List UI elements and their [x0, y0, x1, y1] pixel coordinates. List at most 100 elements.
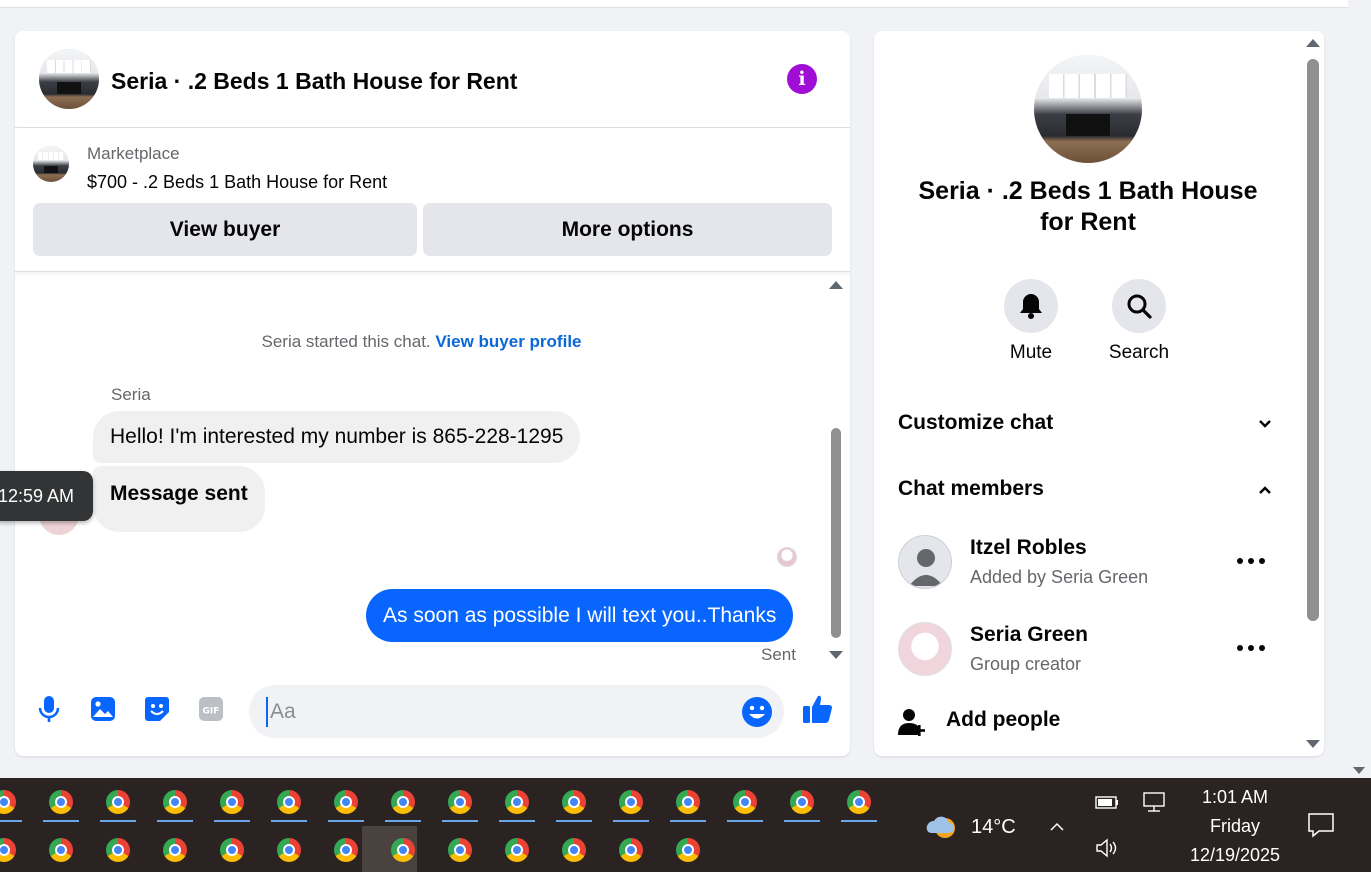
- message-scrollbar[interactable]: [828, 273, 843, 668]
- chrome-taskbar-icon[interactable]: [440, 782, 480, 822]
- thumbs-up-icon[interactable]: [801, 692, 835, 726]
- member-subtitle: Added by Seria Green: [970, 567, 1149, 587]
- chrome-taskbar-icon[interactable]: [668, 830, 708, 870]
- member-name[interactable]: Seria Green: [970, 623, 1088, 647]
- chrome-icon: [277, 838, 301, 862]
- bell-icon: [1020, 294, 1042, 319]
- battery-icon[interactable]: [1094, 791, 1120, 813]
- microphone-icon[interactable]: [35, 695, 63, 723]
- message-list: Seria started this chat. View buyer prof…: [15, 273, 850, 668]
- mute-button[interactable]: [1004, 279, 1058, 333]
- chat-title[interactable]: Seria · .2 Beds 1 Bath House for Rent: [111, 68, 517, 95]
- chrome-taskbar-icon[interactable]: [212, 830, 252, 870]
- chrome-taskbar-icon[interactable]: [98, 782, 138, 822]
- chrome-taskbar-icon[interactable]: [554, 782, 594, 822]
- chrome-taskbar-icon[interactable]: [611, 782, 651, 822]
- chrome-taskbar-icon[interactable]: [383, 830, 423, 870]
- network-icon[interactable]: [1142, 791, 1168, 813]
- svg-text:GIF: GIF: [203, 707, 220, 717]
- read-receipt-avatar: [777, 547, 797, 567]
- gif-icon[interactable]: GIF: [197, 695, 225, 723]
- photo-icon[interactable]: [89, 695, 117, 723]
- chrome-icon: [163, 790, 187, 814]
- scroll-down-arrow-icon[interactable]: [829, 651, 843, 659]
- chrome-taskbar-icon[interactable]: [41, 830, 81, 870]
- customize-chat-row[interactable]: Customize chat: [898, 411, 1278, 435]
- temperature[interactable]: 14°C: [971, 816, 1016, 839]
- sticker-icon[interactable]: [143, 695, 171, 723]
- group-avatar[interactable]: [1034, 55, 1142, 163]
- chrome-taskbar-icon[interactable]: [269, 782, 309, 822]
- chrome-taskbar-icon[interactable]: [611, 830, 651, 870]
- scroll-down-arrow-icon[interactable]: [1353, 767, 1365, 774]
- message-input-container[interactable]: [249, 685, 784, 738]
- chrome-taskbar-icon[interactable]: [839, 782, 879, 822]
- incoming-message[interactable]: Message sent: [93, 466, 265, 532]
- info-icon[interactable]: i: [787, 64, 817, 94]
- chat-members-label: Chat members: [898, 477, 1044, 500]
- chrome-taskbar-icon[interactable]: [155, 830, 195, 870]
- sent-status: Sent: [761, 645, 796, 664]
- outgoing-message[interactable]: As soon as possible I will text you..Tha…: [366, 589, 794, 642]
- chrome-taskbar-icon[interactable]: [326, 782, 366, 822]
- chat-members-row[interactable]: Chat members: [898, 477, 1278, 501]
- chrome-taskbar-icon[interactable]: [98, 830, 138, 870]
- details-scrollbar[interactable]: [1302, 31, 1324, 756]
- incoming-message[interactable]: Hello! I'm interested my number is 865-2…: [93, 411, 581, 463]
- view-buyer-button[interactable]: View buyer: [33, 203, 417, 256]
- clock-time[interactable]: 1:01 AM: [1180, 787, 1290, 808]
- weather-icon[interactable]: [921, 806, 961, 846]
- emoji-icon[interactable]: [741, 696, 773, 728]
- chrome-taskbar-icon[interactable]: [212, 782, 252, 822]
- more-options-button[interactable]: More options: [423, 203, 832, 256]
- scroll-thumb[interactable]: [831, 428, 841, 638]
- chrome-taskbar-icon[interactable]: [0, 830, 24, 870]
- mute-label: Mute: [1009, 342, 1053, 363]
- listing-price-title[interactable]: $700 - .2 Beds 1 Bath House for Rent: [87, 172, 387, 193]
- more-options-icon[interactable]: [1237, 558, 1265, 566]
- view-buyer-profile-link[interactable]: View buyer profile: [435, 332, 581, 351]
- chevron-down-icon[interactable]: [1258, 417, 1272, 431]
- listing-avatar[interactable]: [39, 49, 99, 109]
- more-options-icon[interactable]: [1237, 645, 1265, 653]
- sender-name: Seria: [111, 385, 151, 404]
- chrome-taskbar-icon[interactable]: [497, 782, 537, 822]
- clock-date[interactable]: 12/19/2025: [1180, 845, 1290, 866]
- message-input[interactable]: [266, 697, 726, 727]
- chrome-taskbar-icon[interactable]: [41, 782, 81, 822]
- add-person-icon[interactable]: [898, 707, 928, 737]
- scroll-up-arrow-icon[interactable]: [829, 281, 843, 289]
- chrome-icon: [619, 790, 643, 814]
- chrome-taskbar-icon[interactable]: [383, 782, 423, 822]
- chrome-icon: [790, 790, 814, 814]
- chrome-icon: [619, 838, 643, 862]
- clock-day[interactable]: Friday: [1180, 816, 1290, 837]
- chrome-taskbar-icon[interactable]: [554, 830, 594, 870]
- chat-started-notice: Seria started this chat. View buyer prof…: [15, 332, 828, 352]
- chrome-taskbar-icon[interactable]: [440, 830, 480, 870]
- chrome-taskbar-icon[interactable]: [0, 782, 24, 822]
- listing-thumbnail[interactable]: [33, 146, 69, 182]
- add-people-button[interactable]: Add people: [946, 708, 1060, 732]
- chevron-up-icon[interactable]: [1258, 483, 1272, 497]
- chevron-up-icon[interactable]: [1049, 819, 1065, 835]
- chrome-taskbar-icon[interactable]: [326, 830, 366, 870]
- chrome-taskbar-icon[interactable]: [497, 830, 537, 870]
- member-avatar[interactable]: [898, 535, 952, 589]
- system-text: Seria started this chat.: [261, 332, 431, 351]
- volume-icon[interactable]: [1094, 837, 1120, 859]
- scroll-down-arrow-icon[interactable]: [1306, 740, 1320, 748]
- scroll-up-arrow-icon[interactable]: [1306, 39, 1320, 47]
- chrome-taskbar-icon[interactable]: [668, 782, 708, 822]
- chrome-taskbar-icon[interactable]: [725, 782, 765, 822]
- chrome-icon: [847, 790, 871, 814]
- search-button[interactable]: [1112, 279, 1166, 333]
- chrome-taskbar-icon[interactable]: [782, 782, 822, 822]
- member-name[interactable]: Itzel Robles: [970, 536, 1087, 560]
- chrome-taskbar-icon[interactable]: [155, 782, 195, 822]
- notification-icon[interactable]: [1307, 812, 1335, 838]
- page-scrollbar[interactable]: [1348, 0, 1371, 778]
- chrome-taskbar-icon[interactable]: [269, 830, 309, 870]
- member-avatar[interactable]: [898, 622, 952, 676]
- scroll-thumb[interactable]: [1307, 59, 1319, 621]
